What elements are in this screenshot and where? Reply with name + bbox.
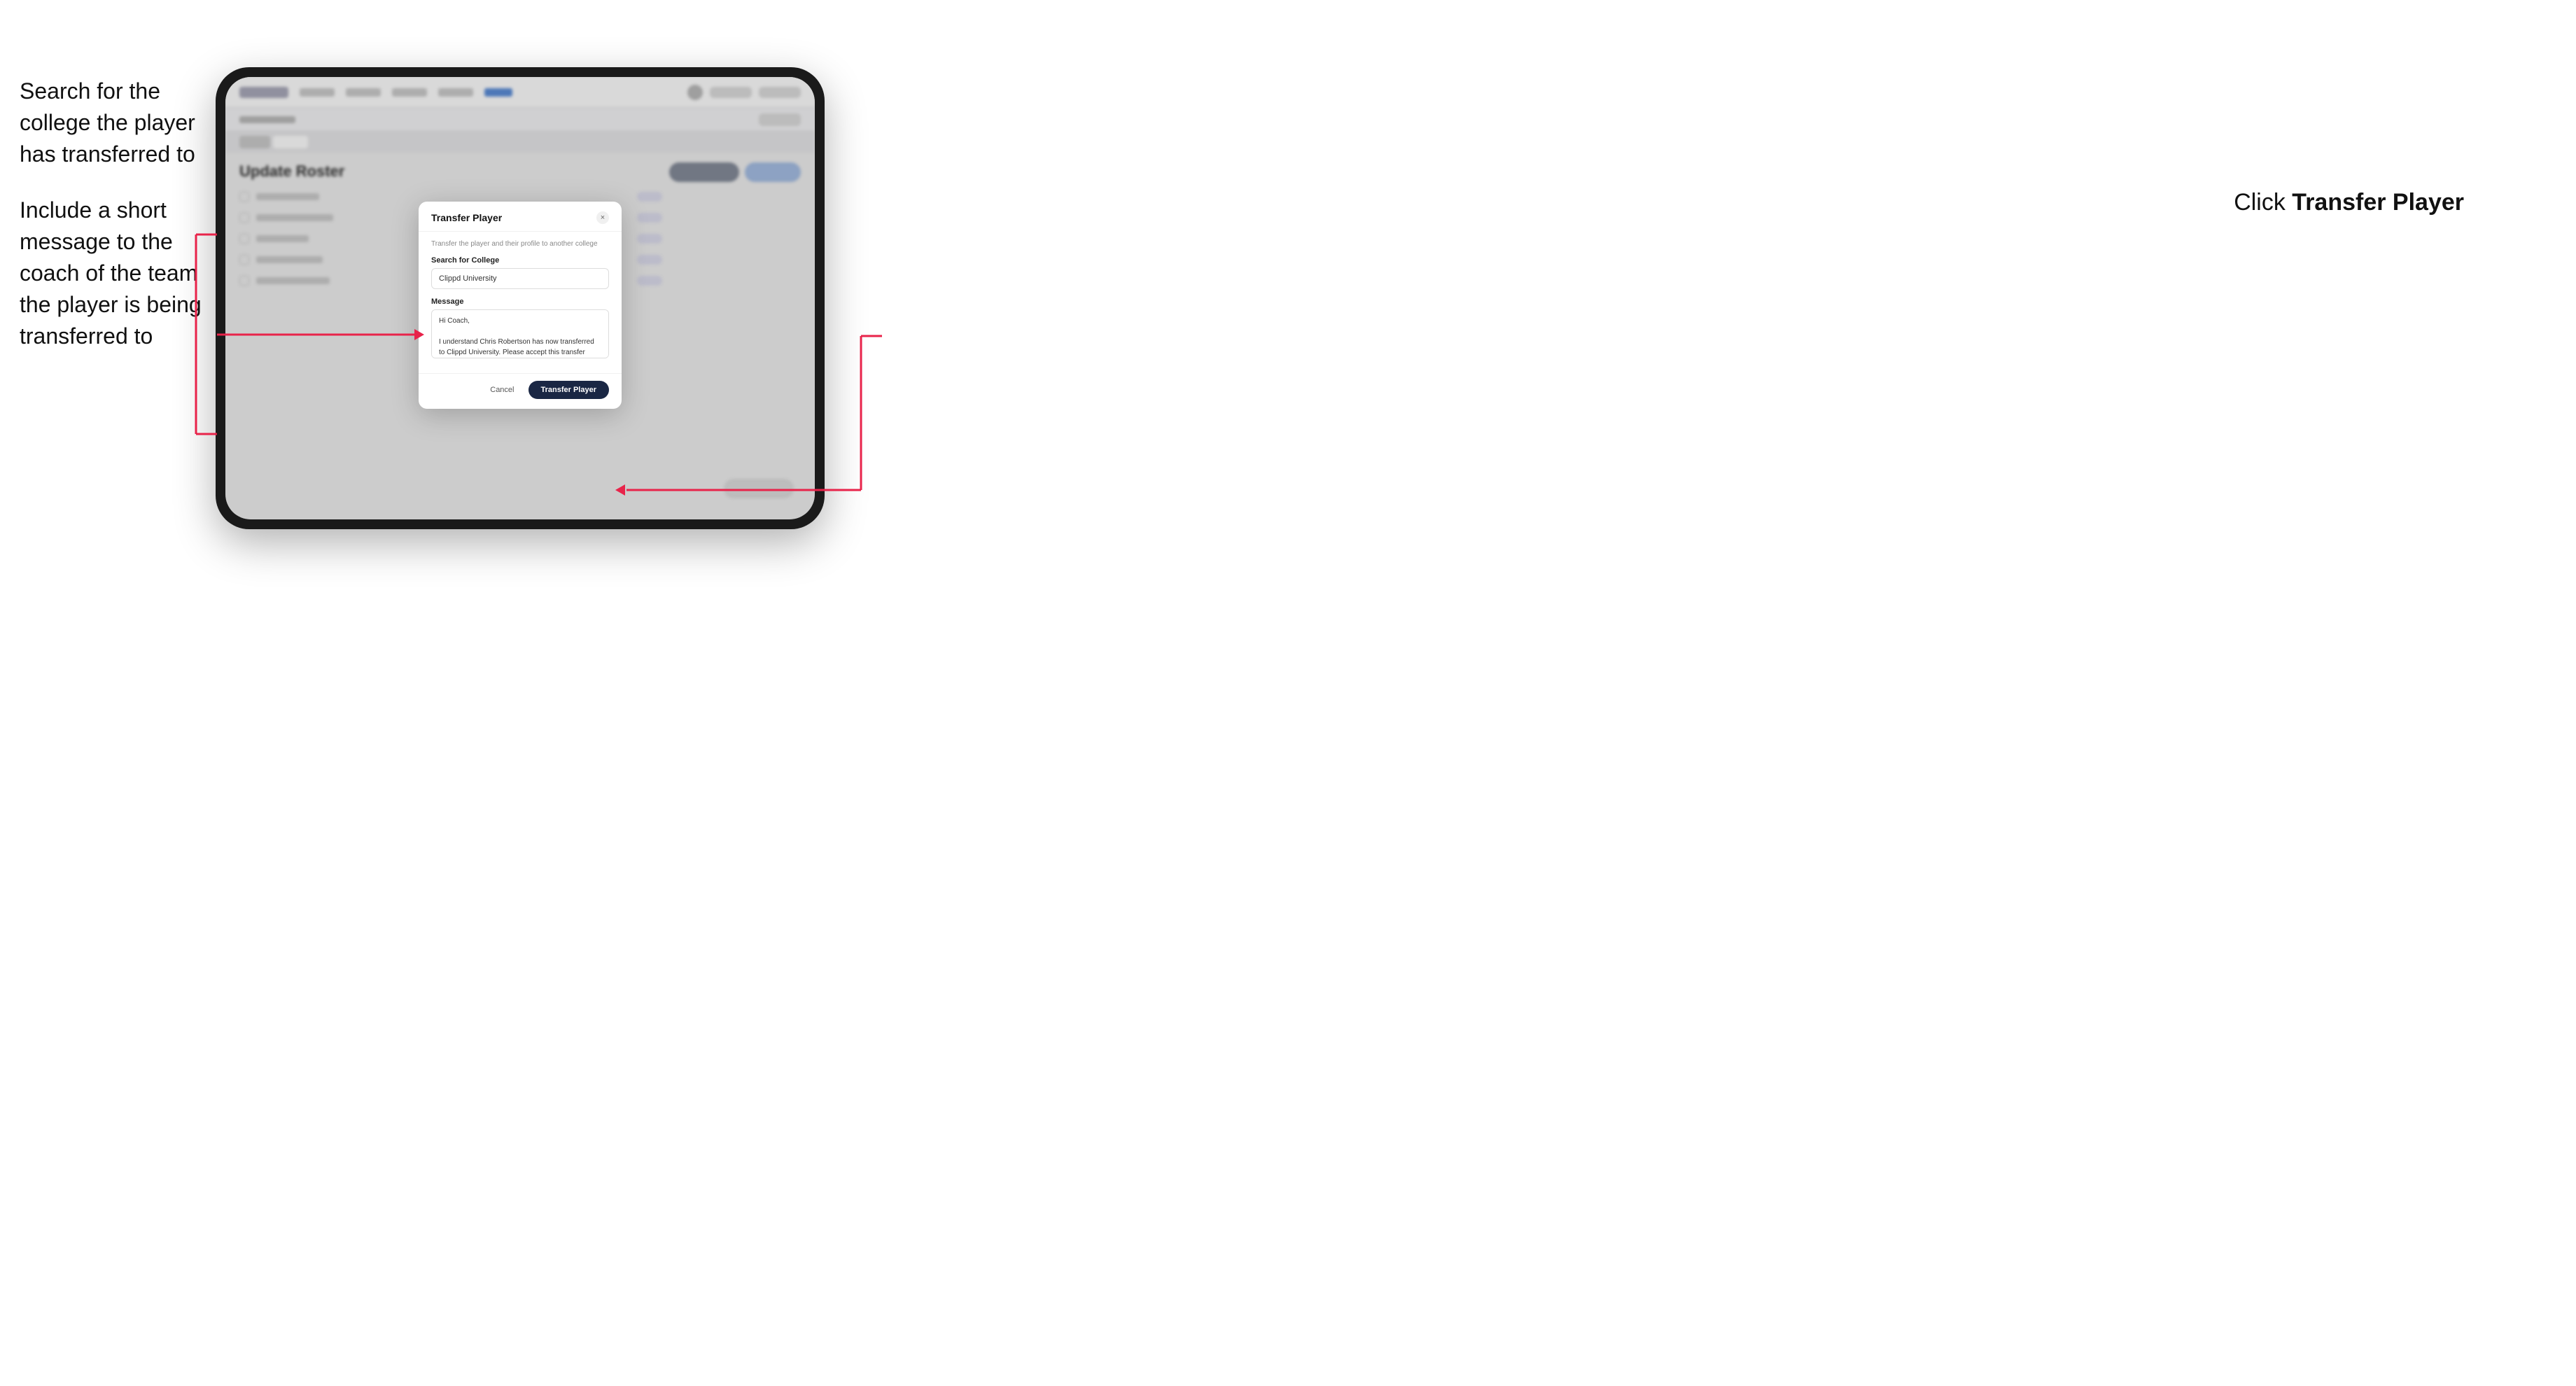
tablet-device: Update Roster [216, 67, 825, 529]
cancel-button[interactable]: Cancel [483, 382, 521, 398]
annotation-right-bold: Transfer Player [2292, 189, 2464, 216]
modal-body: Transfer the player and their profile to… [419, 232, 622, 373]
annotation-right-prefix: Click [2234, 189, 2292, 216]
modal-subtitle: Transfer the player and their profile to… [431, 240, 609, 248]
annotation-text-1: Search for the college the player has tr… [20, 76, 209, 169]
modal-title: Transfer Player [431, 212, 502, 223]
tablet-screen: Update Roster [225, 77, 815, 519]
modal-header: Transfer Player × [419, 202, 622, 232]
message-label: Message [431, 298, 609, 306]
college-search-input[interactable] [431, 268, 609, 289]
search-label: Search for College [431, 256, 609, 265]
modal-close-button[interactable]: × [596, 211, 609, 224]
close-icon: × [601, 214, 605, 222]
message-textarea[interactable]: Hi Coach, I understand Chris Robertson h… [431, 309, 609, 358]
annotation-left: Search for the college the player has tr… [20, 76, 209, 377]
transfer-player-modal: Transfer Player × Transfer the player an… [419, 202, 622, 409]
transfer-player-button[interactable]: Transfer Player [528, 381, 610, 399]
modal-footer: Cancel Transfer Player [419, 373, 622, 409]
annotation-text-2: Include a short message to the coach of … [20, 195, 209, 351]
modal-overlay: Transfer Player × Transfer the player an… [225, 77, 815, 519]
annotation-right: Click Transfer Player [2234, 189, 2464, 216]
